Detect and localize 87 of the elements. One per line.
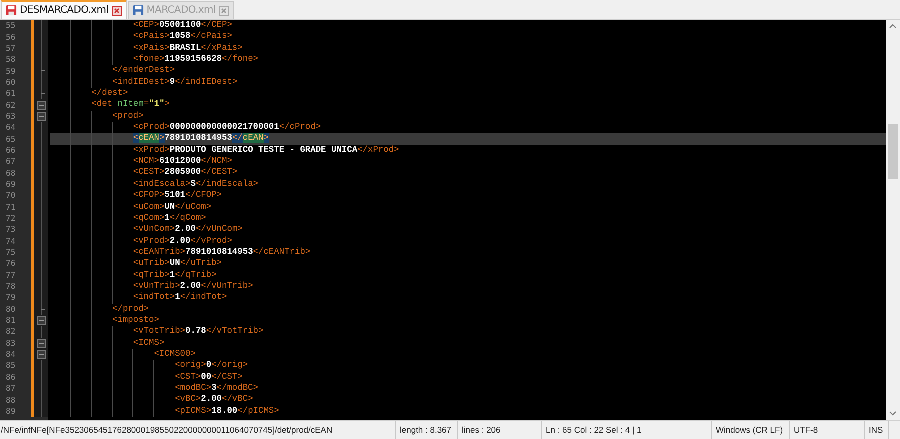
collapse-icon[interactable] — [36, 100, 46, 110]
code-line: <CFOP>5101</CFOP> — [133, 190, 222, 202]
line-number: 73 — [5, 225, 17, 234]
xml-path: /NFe/infNFe[NFe35230654517628000198550220000000011064070745]/det/prod/cEAN — [0, 421, 396, 439]
scroll-down-icon[interactable] — [889, 411, 897, 417]
code-line: <vUnTrib>2.00</vUnTrib> — [133, 280, 254, 292]
line-number: 69 — [5, 180, 17, 189]
line-number: 64 — [5, 123, 17, 132]
line-number: 87 — [5, 384, 17, 394]
collapse-icon[interactable] — [36, 350, 46, 360]
code-line: <vProd>2.00</vProd> — [133, 236, 232, 247]
code-line: <ICMS> — [133, 338, 165, 349]
line-number: 85 — [5, 361, 17, 370]
scroll-up-icon[interactable] — [889, 23, 897, 29]
code-line: <vBC>2.00</vBC> — [175, 394, 254, 406]
line-number: 57 — [5, 44, 17, 53]
code-line: <pICMS>18.00</pICMS> — [175, 406, 280, 418]
code-line: <imposto> — [112, 314, 160, 326]
line-number: 74 — [5, 236, 17, 246]
line-number: 60 — [5, 78, 17, 87]
code-line: <uTrib>UN</uTrib> — [133, 258, 222, 270]
lines-count: lines : 206 — [458, 421, 542, 439]
code-line: <cPais>1058</cPais> — [133, 31, 232, 43]
code-line: <prod> — [112, 110, 144, 122]
collapse-icon[interactable] — [36, 112, 46, 121]
code-line: <indIEDest>9</indIEDest> — [112, 76, 238, 88]
code-line: <xPais>BRASIL</xPais> — [133, 42, 243, 54]
line-number: 68 — [5, 168, 17, 178]
line-number: 79 — [5, 293, 17, 302]
line-number: 86 — [5, 372, 17, 382]
code-line: <cProd>000000000000021700001</cProd> — [133, 122, 322, 134]
code-line: <CEST>2805900</CEST> — [133, 167, 238, 179]
code-line: <uCom>UN</uCom> — [133, 202, 212, 213]
line-number: 59 — [5, 66, 17, 76]
line-number: 76 — [5, 259, 17, 268]
code-line: <fone>11959156628</fone> — [133, 54, 259, 66]
collapse-icon[interactable] — [36, 338, 46, 348]
line-number: 77 — [5, 270, 17, 280]
line-number: 67 — [5, 157, 17, 166]
code-line: <orig>0</orig> — [175, 360, 248, 372]
code-line: </dest> — [92, 88, 128, 100]
code-line: <xProd>PRODUTO GENERICO TESTE - GRADE UNICA</xProd> — [133, 144, 400, 156]
line-number: 84 — [5, 350, 17, 360]
line-number: 58 — [5, 55, 17, 64]
line-number: 71 — [5, 202, 17, 212]
line-number: 75 — [5, 248, 17, 258]
line-number: 61 — [5, 89, 17, 98]
code-line: </prod> — [112, 304, 150, 315]
scrollbar-thumb[interactable] — [888, 124, 898, 179]
code-line: <det nItem="1"> — [92, 99, 170, 111]
close-icon[interactable] — [112, 6, 122, 16]
code-line: <qCom>1</qCom> — [133, 212, 206, 224]
code-line: <vTotTrib>0.78</vTotTrib> — [133, 326, 264, 338]
line-number: 88 — [5, 396, 17, 405]
length-count: length : 8.367 — [396, 421, 458, 439]
line-number: 56 — [5, 32, 17, 42]
insert-mode: INS — [865, 421, 889, 439]
code-line: <ICMS00> — [154, 348, 196, 360]
line-number: 78 — [5, 282, 17, 292]
encoding: UTF-8 — [790, 421, 865, 439]
code-line: <NCM>61012000</NCM> — [133, 156, 232, 168]
code-line: <indTot>1</indTot> — [133, 292, 228, 304]
line-number: 55 — [5, 21, 17, 30]
code-line: <CEP>05001100</CEP> — [133, 20, 232, 32]
code-line: <CST>00</CST> — [175, 372, 243, 383]
code-line: <qTrib>1</qTrib> — [133, 270, 217, 281]
code-line: <cEANTrib>7891010814953</cEANTrib> — [133, 246, 311, 258]
cursor-position: Ln : 65 Col : 22 Sel : 4 | 1 — [542, 421, 712, 439]
line-number: 89 — [5, 406, 17, 416]
line-number: 66 — [5, 146, 17, 155]
line-number: 62 — [5, 100, 17, 110]
line-number: 70 — [5, 191, 17, 200]
collapse-icon[interactable] — [36, 316, 46, 326]
line-number: 83 — [5, 338, 17, 348]
code-line: </enderDest> — [112, 65, 176, 77]
code-line: <modBC>3</modBC> — [175, 383, 258, 394]
line-number: 72 — [5, 214, 17, 224]
line-number: 82 — [5, 327, 17, 336]
line-number: 65 — [5, 134, 17, 144]
code-line: <vUnCom>2.00</vUnCom> — [133, 224, 243, 236]
code-line: <cEAN>7891010814953</cEAN> — [133, 133, 269, 145]
line-number: 81 — [5, 316, 17, 326]
line-number: 63 — [5, 112, 17, 121]
file-tab[interactable]: DESMARCADO.xml — [1, 0, 127, 19]
line-ending: Windows (CR LF) — [712, 421, 790, 439]
line-number: 80 — [5, 304, 17, 314]
code-line: <indEscala>S</indEscala> — [133, 178, 259, 190]
